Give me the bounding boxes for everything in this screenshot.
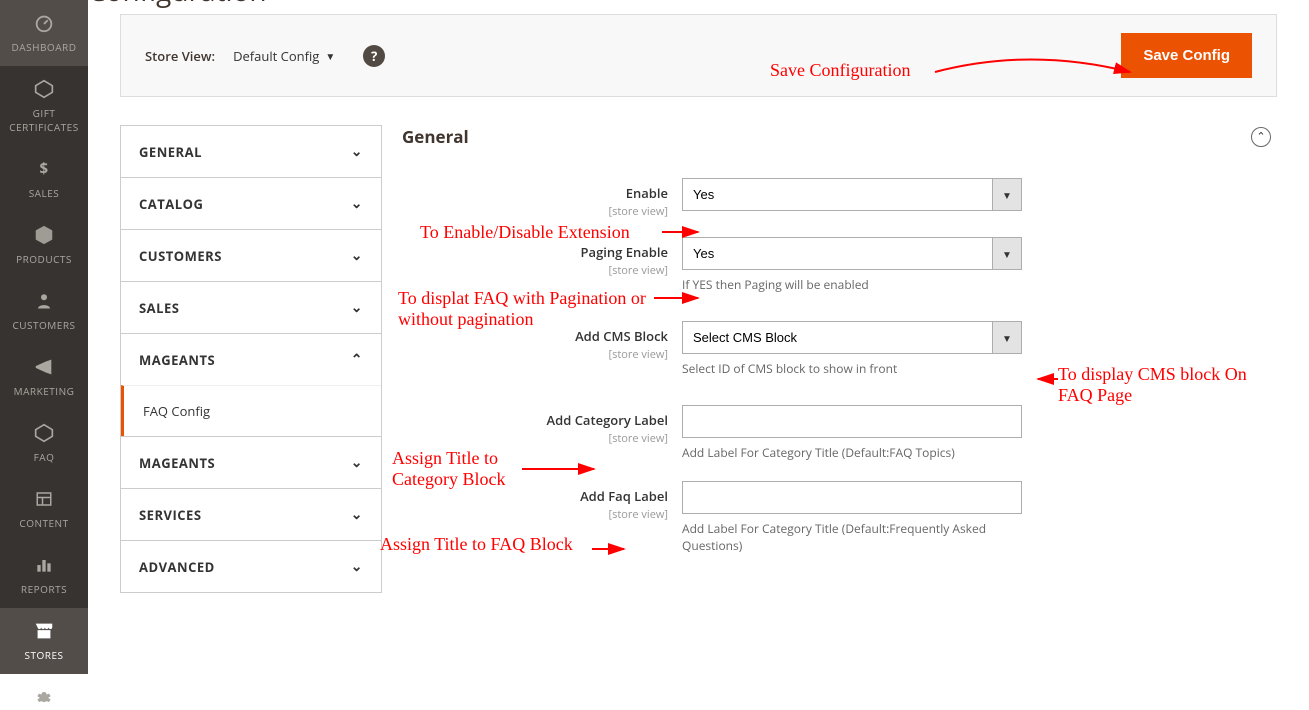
svg-text:$: $ (40, 160, 49, 178)
nav-section-services[interactable]: SERVICES⌄ (121, 489, 381, 540)
sidebar-label: REPORTS (21, 582, 67, 596)
nav-section-advanced[interactable]: ADVANCED⌄ (121, 541, 381, 592)
field-label: Add Category Label (547, 411, 668, 429)
sidebar-label: STORES (25, 648, 64, 662)
content-icon (34, 486, 54, 512)
field-faq-label: Add Faq Label [store view] Add Label For… (402, 481, 1277, 554)
toolbar: Store View: Default Config ▼ ? Save Conf… (120, 14, 1277, 97)
nav-item-faq-config[interactable]: FAQ Config (121, 385, 381, 436)
sidebar-item-marketing[interactable]: MARKETING (0, 344, 88, 410)
sidebar-label: MARKETING (14, 384, 75, 398)
field-cat-label: Add Category Label [store view] Add Labe… (402, 405, 1277, 461)
sidebar-label: SALES (29, 186, 60, 200)
marketing-icon (33, 354, 55, 380)
category-label-input[interactable] (682, 405, 1022, 438)
dashboard-icon (33, 10, 55, 36)
field-note: Select ID of CMS block to show in front (682, 360, 1022, 377)
section-title: General (402, 125, 469, 148)
nav-section-sales[interactable]: SALES⌄ (121, 282, 381, 333)
save-config-button[interactable]: Save Config (1121, 33, 1252, 78)
sales-icon: $ (35, 156, 53, 182)
admin-sidebar: DASHBOARD GIFT CERTIFICATES $ SALES PROD… (0, 0, 88, 666)
sidebar-item-products[interactable]: PRODUCTS (0, 212, 88, 278)
chevron-down-icon: ⌄ (351, 142, 363, 161)
gear-icon (34, 684, 54, 710)
store-view-select[interactable]: Default Config ▼ (233, 47, 335, 65)
chevron-down-icon: ⌄ (351, 557, 363, 576)
gift-icon (34, 76, 54, 102)
chevron-up-icon: ⌃ (351, 350, 363, 369)
paging-select[interactable]: Yes (682, 237, 1022, 270)
field-enable: Enable [store view] Yes ▼ (402, 178, 1277, 219)
field-note: Add Label For Category Title (Default:Fr… (682, 520, 1022, 554)
caret-down-icon: ▼ (325, 49, 335, 63)
field-label: Enable (626, 184, 668, 202)
faq-icon (34, 420, 54, 446)
store-view-label: Store View: (145, 47, 215, 65)
config-nav: GENERAL⌄ CATALOG⌄ CUSTOMERS⌄ SALES⌄ MAGE… (120, 125, 382, 593)
sidebar-item-customers[interactable]: CUSTOMERS (0, 278, 88, 344)
customers-icon (35, 288, 53, 314)
chevron-down-icon: ⌄ (351, 298, 363, 317)
products-icon (33, 222, 55, 248)
field-note: If YES then Paging will be enabled (682, 276, 1022, 293)
collapse-section-button[interactable]: ⌃ (1251, 127, 1271, 147)
faq-label-input[interactable] (682, 481, 1022, 514)
cms-select[interactable]: Select CMS Block (682, 321, 1022, 354)
sidebar-item-system[interactable] (0, 674, 88, 710)
stores-icon (33, 618, 55, 644)
chevron-down-icon: ⌄ (351, 246, 363, 265)
sidebar-item-dashboard[interactable]: DASHBOARD (0, 0, 88, 66)
field-label: Paging Enable (581, 243, 668, 261)
nav-section-customers[interactable]: CUSTOMERS⌄ (121, 230, 381, 281)
enable-select[interactable]: Yes (682, 178, 1022, 211)
chevron-down-icon: ⌄ (351, 505, 363, 524)
reports-icon (34, 552, 54, 578)
page-title: Configuration (88, 0, 1309, 8)
sidebar-label: CONTENT (19, 516, 68, 530)
settings-panel: General ⌃ Enable [store view] Yes ▼ Pagi… (402, 125, 1277, 593)
field-label: Add Faq Label (580, 487, 668, 505)
help-icon[interactable]: ? (363, 45, 385, 67)
sidebar-item-content[interactable]: CONTENT (0, 476, 88, 542)
chevron-down-icon: ⌄ (351, 453, 363, 472)
sidebar-label: CUSTOMERS (12, 318, 75, 332)
nav-section-general[interactable]: GENERAL⌄ (121, 126, 381, 177)
nav-section-mageants-2[interactable]: MAGEANTS⌄ (121, 437, 381, 488)
field-scope: [store view] (402, 507, 668, 522)
field-scope: [store view] (402, 204, 668, 219)
chevron-down-icon: ⌄ (351, 194, 363, 213)
nav-section-catalog[interactable]: CATALOG⌄ (121, 178, 381, 229)
sidebar-label: FAQ (34, 450, 55, 464)
sidebar-item-reports[interactable]: REPORTS (0, 542, 88, 608)
sidebar-label: DASHBOARD (12, 40, 77, 54)
field-label: Add CMS Block (575, 327, 668, 345)
field-scope: [store view] (402, 347, 668, 362)
sidebar-item-sales[interactable]: $ SALES (0, 146, 88, 212)
sidebar-item-gift[interactable]: GIFT CERTIFICATES (0, 66, 88, 146)
field-note: Add Label For Category Title (Default:FA… (682, 444, 1022, 461)
sidebar-label: PRODUCTS (16, 252, 72, 266)
main-content: Configuration Store View: Default Config… (88, 0, 1309, 666)
sidebar-item-faq[interactable]: FAQ (0, 410, 88, 476)
sidebar-item-stores[interactable]: STORES (0, 608, 88, 674)
field-scope: [store view] (402, 263, 668, 278)
field-cms: Add CMS Block [store view] Select CMS Bl… (402, 321, 1277, 377)
store-view-value: Default Config (233, 47, 319, 65)
field-paging: Paging Enable [store view] Yes ▼ If YES … (402, 237, 1277, 293)
nav-section-mageants[interactable]: MAGEANTS⌃ (121, 334, 381, 385)
field-scope: [store view] (402, 431, 668, 446)
sidebar-label: GIFT CERTIFICATES (4, 106, 84, 134)
